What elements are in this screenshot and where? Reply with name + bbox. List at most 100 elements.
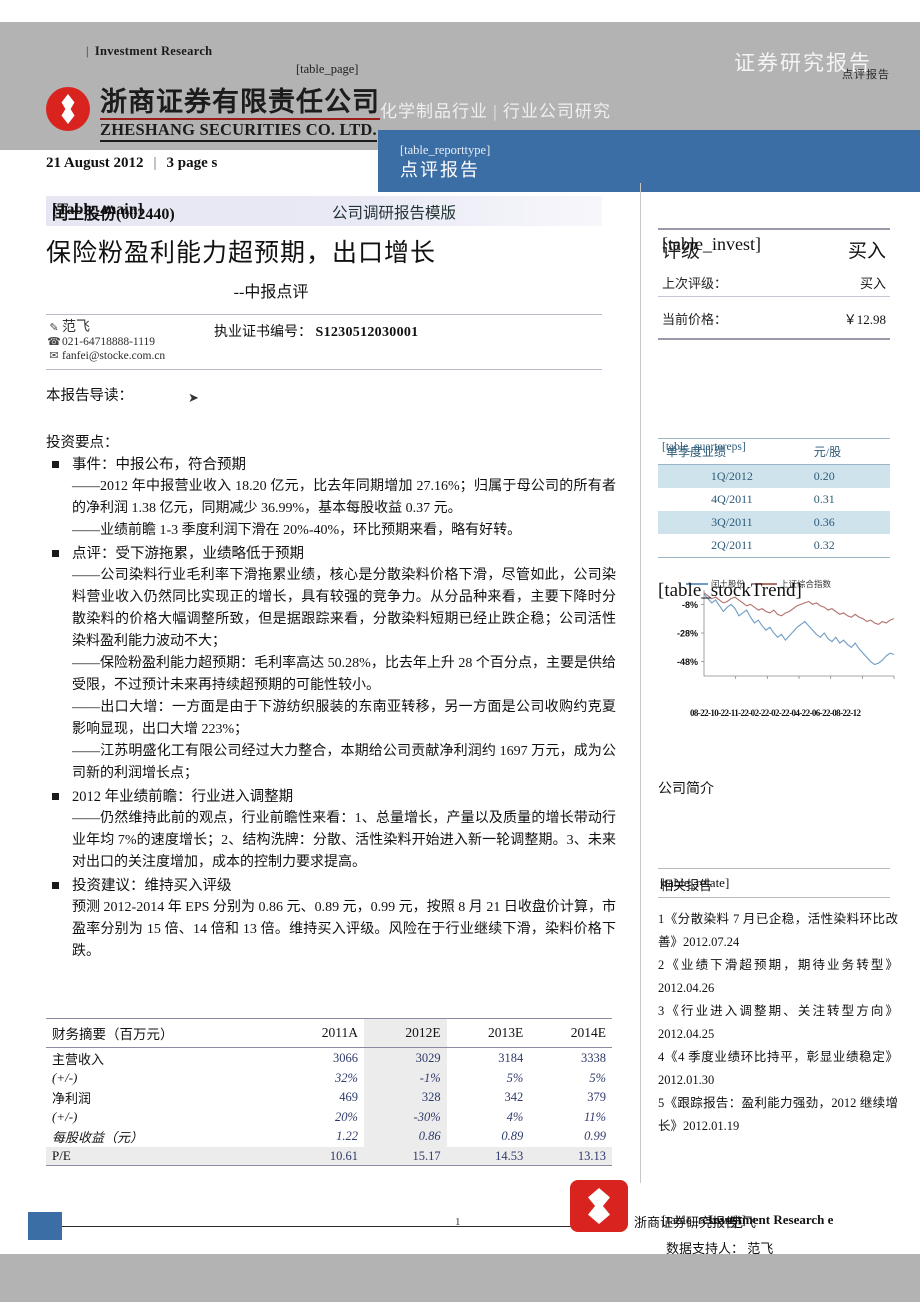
phone-icon: ☎ bbox=[47, 336, 61, 348]
page-subtitle: --中报点评 bbox=[233, 284, 309, 301]
row-label: (+/-) bbox=[52, 1070, 78, 1085]
list-item: 事件：中报公布，符合预期 ——2012 年中报营业收入 18.20 亿元，比去年… bbox=[46, 454, 616, 542]
cell: 5% bbox=[506, 1070, 524, 1085]
author-phone: 021-64718888-1119 bbox=[62, 336, 156, 348]
reporttype-label: 点评报告 bbox=[400, 160, 480, 180]
chart-x-axis-labels: 08-22-10-22-11-22-02-22-02-22-04-22-06-2… bbox=[690, 708, 861, 718]
cell: 4% bbox=[506, 1109, 524, 1124]
point-para: ——出口大增：一方面是由于下游纺织服装的东南亚转移，另一方面是公司收购约克夏影响… bbox=[72, 700, 616, 737]
cell: 13.13 bbox=[529, 1147, 612, 1166]
main-content-column: 闰土股份(002440) [Table_main] 公司调研报告模版 保险粉盈利… bbox=[46, 196, 616, 964]
table-row: 1Q/2012 0.20 bbox=[658, 464, 890, 488]
table-body: 1Q/2012 0.20 4Q/2011 0.31 3Q/2011 0.36 2… bbox=[658, 464, 890, 558]
table-row: (+/-) 20% -30% 4% 11% bbox=[46, 1108, 612, 1126]
investment-points-label: 投资要点： bbox=[46, 435, 119, 451]
arrow-icon: ➤ bbox=[188, 390, 199, 405]
investment-points-list: 事件：中报公布，符合预期 ——2012 年中报营业收入 18.20 亿元，比去年… bbox=[46, 454, 616, 963]
list-item[interactable]: 2《业绩下滑超预期，期待业务转型》2012.04.26 bbox=[658, 954, 898, 1000]
cell: 3338 bbox=[581, 1051, 606, 1065]
qeps-period: 3Q/2011 bbox=[658, 511, 806, 534]
certificate-label: 执业证书编号： bbox=[214, 325, 312, 340]
report-guide-label: 本报告导读： bbox=[46, 388, 133, 404]
cell: 379 bbox=[587, 1090, 606, 1104]
cell: 0.86 bbox=[363, 1126, 447, 1147]
cell: 11% bbox=[584, 1109, 606, 1124]
table-stocktrend-tag: [table_stockTrend] bbox=[658, 580, 802, 601]
financial-summary-table: 财务摘要（百万元） 2011A 2012E 2013E 2014E 主营收入 3… bbox=[46, 1018, 612, 1166]
certificate-number: S1230512030001 bbox=[315, 325, 419, 340]
col-header-2014e: 2014E bbox=[529, 1018, 612, 1048]
list-item[interactable]: 1《分散染料 7 月已企稳，活性染料环比改善》2012.07.24 bbox=[658, 908, 898, 954]
quarterly-eps-table: 单季度业绩 元/股 1Q/2012 0.20 4Q/2011 0.31 3Q/2… bbox=[658, 438, 890, 558]
cell: 328 bbox=[363, 1087, 447, 1108]
row-label: (+/-) bbox=[52, 1109, 78, 1124]
cell: -30% bbox=[363, 1108, 447, 1126]
point-head: 2012 年业绩前瞻：行业进入调整期 bbox=[72, 789, 294, 805]
pencil-icon: ✎ bbox=[49, 322, 59, 334]
current-price-row: 当前价格： ￥12.98 bbox=[658, 297, 890, 338]
left-margin-strip bbox=[0, 150, 34, 1212]
date-and-pages: 21 August 2012 | 3 page s bbox=[46, 155, 218, 171]
page-title: 保险粉盈利能力超预期，出口增长 bbox=[46, 240, 437, 267]
point-para: ——保险粉盈利能力超预期：毛利率高达 50.28%，比去年上升 28 个百分点，… bbox=[72, 656, 616, 693]
list-item[interactable]: 5《跟踪报告：盈利能力强劲，2012 继续增长》2012.01.19 bbox=[658, 1092, 898, 1138]
column-divider bbox=[640, 183, 641, 1183]
table-page-tag: [table_page] bbox=[296, 62, 359, 76]
rating-row: 评级 [table_invest] 买入 bbox=[658, 230, 890, 267]
bottom-banner bbox=[0, 1254, 920, 1302]
current-price-label: 当前价格： bbox=[662, 312, 728, 327]
row-label: 净利润 bbox=[52, 1091, 92, 1106]
report-date: 21 August 2012 bbox=[46, 155, 144, 171]
footer-research-en: Investment Research e bbox=[708, 1212, 834, 1227]
cell: 469 bbox=[339, 1090, 358, 1104]
cell: 15.17 bbox=[363, 1147, 447, 1166]
cell: 1.22 bbox=[336, 1129, 358, 1143]
current-price-value: ￥12.98 bbox=[843, 312, 886, 327]
report-kind-small-label: 点评报告 bbox=[842, 69, 890, 81]
cell: -1% bbox=[363, 1069, 447, 1087]
point-para: ——江苏明盛化工有限公司经过大力整合，本期给公司贡献净利润约 1697 万元，成… bbox=[72, 744, 616, 781]
row-label: 每股收益（元） bbox=[52, 1130, 144, 1145]
table-body: 主营收入 3066 3029 3184 3338 (+/-) 32% -1% 5… bbox=[46, 1047, 612, 1166]
row-label: P/E bbox=[46, 1147, 280, 1166]
top-banner: | Investment Research [table_page] 证券研究报告… bbox=[0, 22, 920, 192]
cell: 0.99 bbox=[584, 1129, 606, 1143]
point-head: 事件：中报公布，符合预期 bbox=[72, 457, 246, 473]
table-row: 2Q/2011 0.32 bbox=[658, 534, 890, 558]
row-label: 主营收入 bbox=[52, 1052, 105, 1067]
qeps-head-unit: 元/股 bbox=[805, 438, 890, 465]
point-para: 预测 2012-2014 年 EPS 分别为 0.86 元、0.89 元，0.9… bbox=[72, 900, 616, 959]
cell: 32% bbox=[335, 1070, 358, 1085]
qeps-value: 0.36 bbox=[805, 511, 890, 534]
point-para: ——2012 年中报营业收入 18.20 亿元，比去年同期增加 27.16%；归… bbox=[72, 479, 616, 516]
page-count: 3 page s bbox=[166, 155, 218, 171]
table-row: 每股收益（元） 1.22 0.86 0.89 0.99 bbox=[46, 1126, 612, 1147]
author-block: ✎ 范飞 ☎ 021-64718888-1119 ✉ fanfei@stocke… bbox=[46, 314, 602, 370]
table-invest-tag: [table_invest] bbox=[662, 234, 761, 254]
author-email-row[interactable]: ✉ fanfei@stocke.com.cn bbox=[46, 349, 602, 363]
footer-rule bbox=[62, 1226, 622, 1227]
col-header-2011a: 2011A bbox=[279, 1018, 364, 1048]
investment-research-text: Investment Research bbox=[94, 44, 213, 58]
author-email[interactable]: fanfei@stocke.com.cn bbox=[62, 349, 165, 363]
list-item: 投资建议：维持买入评级 预测 2012-2014 年 EPS 分别为 0.86 … bbox=[46, 875, 616, 963]
prev-rating-label: 上次评级： bbox=[662, 276, 728, 291]
qeps-period: 1Q/2012 bbox=[658, 464, 806, 488]
logo-english-name: ZHESHANG SECURITIES CO. LTD. bbox=[100, 120, 377, 142]
investment-research-label: | Investment Research bbox=[86, 44, 212, 59]
point-head: 投资建议：维持买入评级 bbox=[72, 878, 232, 894]
cell: 3184 bbox=[498, 1051, 524, 1065]
prev-rating-value: 买入 bbox=[859, 276, 886, 291]
list-item[interactable]: 3《行业进入调整期、关注转型方向》2012.04.25 bbox=[658, 1000, 898, 1046]
list-item[interactable]: 4《4 季度业绩环比持平，彰显业绩稳定》2012.01.30 bbox=[658, 1046, 898, 1092]
footer-logo-icon bbox=[570, 1180, 628, 1232]
table-row: P/E 10.61 15.17 14.53 13.13 bbox=[46, 1147, 612, 1166]
prev-rating-row: 上次评级： 买入 bbox=[658, 267, 890, 296]
stock-trend-chart: 闰土股份 上证综合指数 -8% -28% -48% [table_stockTren… bbox=[658, 576, 898, 726]
zheshang-logo-icon bbox=[46, 87, 90, 131]
point-para: ——公司染料行业毛利率下滑拖累业绩，核心是分散染料价格下滑，尽管如此，公司染料营… bbox=[72, 568, 616, 649]
stock-title-bar: 闰土股份(002440) [Table_main] 公司调研报告模版 bbox=[46, 196, 602, 226]
report-type-box: [table_reporttype] 点评报告 bbox=[378, 130, 920, 192]
divider-glyph: | bbox=[86, 44, 89, 58]
qeps-value: 0.31 bbox=[813, 492, 835, 506]
